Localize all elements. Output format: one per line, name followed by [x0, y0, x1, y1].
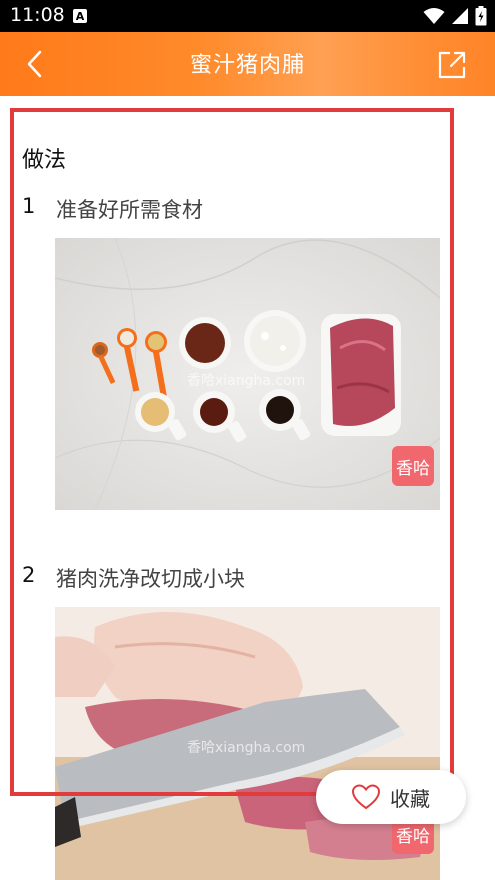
- share-icon: [438, 51, 466, 79]
- share-button[interactable]: [437, 50, 467, 80]
- page-title: 蜜汁猪肉脯: [189, 53, 305, 78]
- step-number: 2: [22, 563, 36, 587]
- heart-icon: [352, 784, 380, 810]
- step-number: 1: [22, 194, 36, 218]
- wifi-icon: [423, 8, 445, 24]
- status-icons: [423, 6, 487, 26]
- status-time: 11:08: [10, 4, 65, 26]
- image-watermark: 香哈xiangha.com: [187, 373, 306, 389]
- image-watermark: 香哈xiangha.com: [187, 740, 306, 756]
- app-header: 蜜汁猪肉脯: [0, 32, 495, 96]
- status-bar: 11:08 A: [0, 0, 495, 32]
- favorite-label: 收藏: [390, 786, 430, 811]
- step-text: 准备好所需食材: [56, 198, 203, 222]
- step-2-image[interactable]: 香哈xiangha.com 香哈: [55, 607, 440, 880]
- step-1-image[interactable]: 香哈xiangha.com 香哈: [55, 238, 440, 510]
- brand-badge: 香哈: [392, 446, 434, 486]
- recipe-content[interactable]: 做法 1 准备好所需食材 香哈xiangha.com 香哈 2 猪肉洗净改切成小…: [0, 96, 495, 880]
- favorite-button[interactable]: 收藏: [316, 770, 466, 824]
- step-text: 猪肉洗净改切成小块: [56, 567, 245, 591]
- notification-icon: A: [73, 9, 87, 23]
- signal-icon: [452, 8, 468, 24]
- battery-icon: [475, 6, 487, 26]
- section-title: 做法: [22, 148, 67, 173]
